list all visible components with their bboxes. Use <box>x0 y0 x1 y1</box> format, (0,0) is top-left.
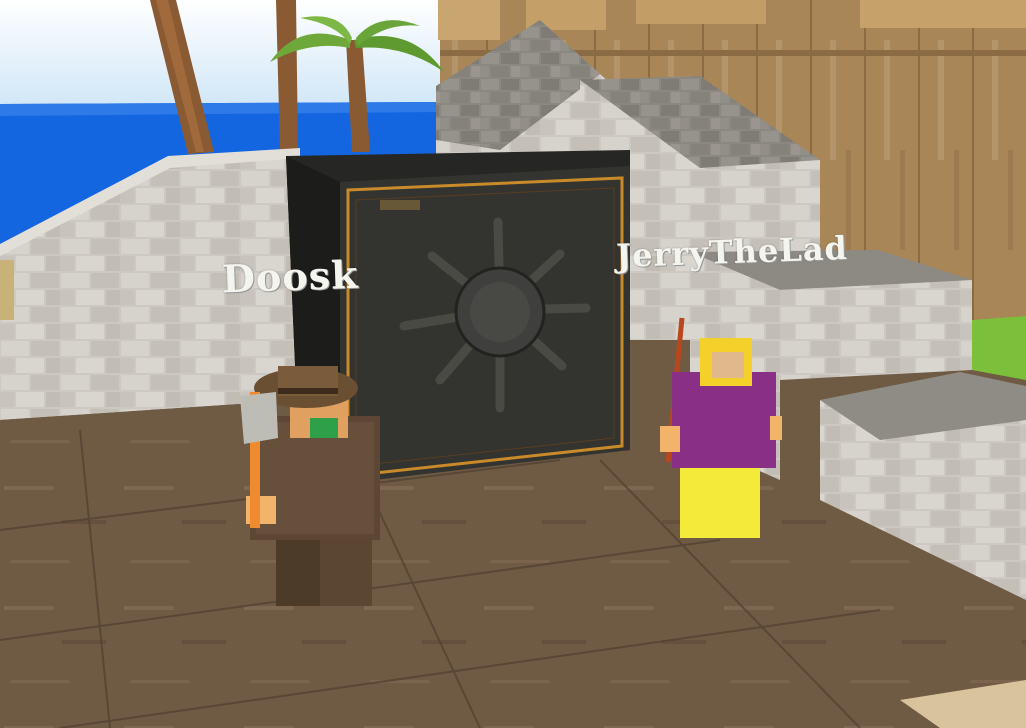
player-nametag-jerrythelad: JerryTheLad <box>615 228 849 276</box>
player-nametag-doosk: Doosk <box>221 251 360 302</box>
game-scene: Doosk JerryTheLad <box>0 0 1026 728</box>
world-view <box>0 0 1026 728</box>
